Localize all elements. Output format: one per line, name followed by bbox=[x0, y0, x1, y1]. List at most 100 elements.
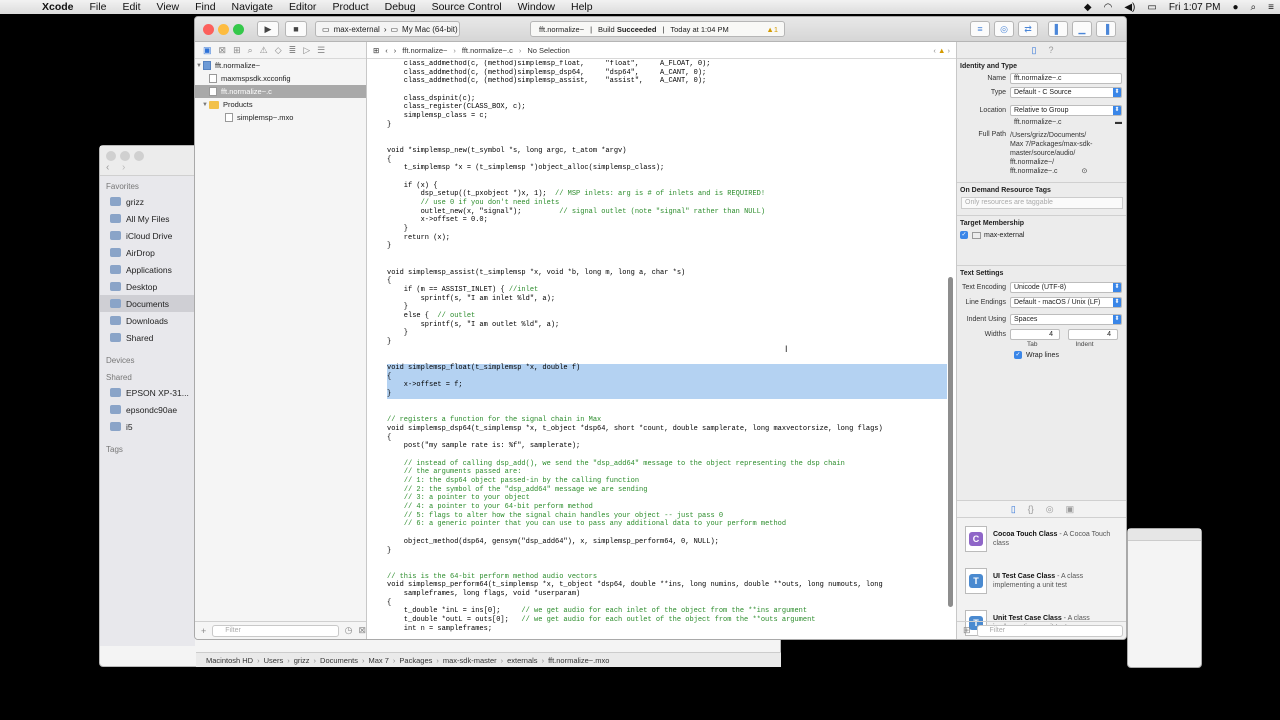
indent-select[interactable]: Spaces bbox=[1010, 314, 1122, 325]
code-line[interactable]: } bbox=[387, 303, 947, 312]
code-line[interactable] bbox=[387, 555, 947, 564]
object-library-icon[interactable]: ◎ bbox=[1046, 504, 1054, 515]
menu-navigate[interactable]: Navigate bbox=[224, 1, 281, 13]
file-template-icon[interactable]: ▯ bbox=[1011, 504, 1016, 515]
sidebar-item-all-my-files[interactable]: All My Files bbox=[100, 210, 195, 227]
code-line[interactable]: if (x) { bbox=[387, 182, 947, 191]
code-line[interactable]: } bbox=[387, 225, 947, 234]
code-line[interactable]: { bbox=[387, 277, 947, 286]
navigator-toggle-icon[interactable]: ▌ bbox=[1048, 21, 1068, 37]
code-line[interactable] bbox=[387, 564, 947, 573]
code-line[interactable]: // 3: a pointer to your object bbox=[387, 494, 947, 503]
code-line[interactable]: object_method(dsp64, gensym("dsp_add64")… bbox=[387, 538, 947, 547]
path-item[interactable]: Documents bbox=[320, 656, 358, 665]
code-line[interactable]: int n = sampleframes; bbox=[387, 625, 947, 634]
editor-scrollbar[interactable] bbox=[948, 277, 953, 607]
zoom-button[interactable] bbox=[233, 24, 244, 35]
report-icon[interactable]: ☰ bbox=[317, 45, 325, 56]
navigator-filter-input[interactable]: Filter bbox=[212, 624, 339, 637]
standard-editor-icon[interactable]: ≡ bbox=[970, 21, 990, 37]
add-icon[interactable]: + bbox=[201, 626, 206, 636]
source-control-icon[interactable]: ⊠ bbox=[219, 45, 227, 56]
spotlight-icon[interactable]: ⌕ bbox=[1245, 2, 1263, 13]
sidebar-item-epsondc90ae[interactable]: epsondc90ae bbox=[100, 401, 195, 418]
path-item[interactable]: grizz bbox=[294, 656, 310, 665]
sidebar-item-grizz[interactable]: grizz bbox=[100, 193, 195, 210]
reveal-in-finder-icon[interactable]: ⊙ bbox=[1082, 167, 1088, 176]
path-item[interactable]: Packages bbox=[399, 656, 432, 665]
code-line[interactable]: t_simplemsp *x = (t_simplemsp *)object_a… bbox=[387, 164, 947, 173]
code-line[interactable] bbox=[387, 408, 947, 417]
version-editor-icon[interactable]: ⇄ bbox=[1018, 21, 1038, 37]
code-line[interactable]: } bbox=[387, 121, 947, 130]
line-endings-select[interactable]: Default - macOS / Unix (LF) bbox=[1010, 297, 1122, 308]
code-line[interactable]: } bbox=[387, 329, 947, 338]
reveal-folder-icon[interactable]: ▬ bbox=[1115, 118, 1122, 127]
sidebar-item-epson-printer[interactable]: EPSON XP-31... bbox=[100, 384, 195, 401]
user-icon[interactable]: ● bbox=[1227, 2, 1245, 13]
code-line[interactable]: // instead of calling dsp_add(), we send… bbox=[387, 460, 947, 469]
code-line[interactable]: if (m == ASSIST_INLET) { //inlet bbox=[387, 286, 947, 295]
finder-zoom-button[interactable] bbox=[134, 151, 144, 161]
location-select[interactable]: Relative to Group bbox=[1010, 105, 1122, 116]
code-line[interactable]: { bbox=[387, 599, 947, 608]
minimize-button[interactable] bbox=[218, 24, 229, 35]
code-line[interactable]: dsp_setup((t_pxobject *)x, 1); // MSP in… bbox=[387, 190, 947, 199]
library-item-ui-test-case-class[interactable]: T UI Test Case Class - A class implement… bbox=[957, 560, 1126, 602]
menu-debug[interactable]: Debug bbox=[377, 1, 424, 13]
path-item[interactable]: Users bbox=[264, 656, 284, 665]
jump-crumb-file[interactable]: fft.normalize~.c bbox=[462, 46, 513, 55]
code-line[interactable] bbox=[387, 399, 947, 408]
code-line[interactable] bbox=[387, 251, 947, 260]
code-line[interactable]: { bbox=[387, 372, 947, 382]
name-field[interactable]: fft.normalize~.c bbox=[1010, 73, 1122, 84]
forward-icon[interactable]: › bbox=[394, 46, 397, 55]
sidebar-item-desktop[interactable]: Desktop bbox=[100, 278, 195, 295]
clock[interactable]: Fri 1:07 PM bbox=[1163, 2, 1227, 13]
close-button[interactable] bbox=[203, 24, 214, 35]
code-line[interactable]: x->offset = 0.0; bbox=[387, 216, 947, 225]
code-line[interactable]: class_addmethod(c, (method)simplemsp_dsp… bbox=[387, 69, 947, 78]
debug-area-toggle-icon[interactable]: ▁ bbox=[1072, 21, 1092, 37]
assistant-editor-icon[interactable]: ◎ bbox=[994, 21, 1014, 37]
code-line[interactable]: void *simplemsp_new(t_symbol *s, long ar… bbox=[387, 147, 947, 156]
menu-file[interactable]: File bbox=[82, 1, 115, 13]
code-line[interactable]: sampleframes, long flags, void *userpara… bbox=[387, 590, 947, 599]
library-filter-input[interactable]: Filter bbox=[976, 624, 1123, 637]
code-line[interactable]: // 5: flags to alter how the signal chai… bbox=[387, 512, 947, 521]
code-line[interactable] bbox=[387, 173, 947, 182]
code-line[interactable] bbox=[387, 130, 947, 139]
code-line[interactable]: // 4: a pointer to your 64-bit perform m… bbox=[387, 503, 947, 512]
finder-minimize-button[interactable] bbox=[120, 151, 130, 161]
sidebar-item-airdrop[interactable]: AirDrop bbox=[100, 244, 195, 261]
dropbox-icon[interactable]: ◆ bbox=[1078, 2, 1098, 13]
scheme-selector[interactable]: ▭ max-external › ▭ My Mac (64-bit) bbox=[315, 21, 460, 37]
code-line[interactable]: } bbox=[387, 338, 947, 347]
debug-icon[interactable]: ≣ bbox=[289, 45, 297, 56]
scm-filter-icon[interactable]: ⊠ bbox=[358, 625, 366, 636]
test-icon[interactable]: ◇ bbox=[275, 45, 282, 56]
code-line[interactable]: t_double *outL = outs[0]; // we get audi… bbox=[387, 616, 947, 625]
disclosure-icon[interactable]: ▼ bbox=[201, 102, 209, 108]
battery-icon[interactable]: ▭ bbox=[1141, 2, 1162, 13]
checkbox-checked-icon[interactable]: ✓ bbox=[1014, 351, 1022, 359]
sidebar-item-downloads[interactable]: Downloads bbox=[100, 312, 195, 329]
stop-button[interactable]: ■ bbox=[285, 21, 307, 37]
code-line[interactable]: // the arguments passed are: bbox=[387, 468, 947, 477]
jump-crumb-symbol[interactable]: No Selection bbox=[527, 46, 570, 55]
sidebar-item-shared[interactable]: Shared bbox=[100, 329, 195, 346]
code-line[interactable]: class_addmethod(c, (method)simplemsp_ass… bbox=[387, 77, 947, 86]
code-line[interactable]: outlet_new(x, "signal"); // signal outle… bbox=[387, 208, 947, 217]
menu-view[interactable]: View bbox=[149, 1, 188, 13]
indent-width-field[interactable]: 4 bbox=[1068, 329, 1118, 340]
code-area[interactable]: class_addmethod(c, (method)simplemsp_flo… bbox=[367, 60, 947, 639]
file-row-selected[interactable]: fft.normalize~.c bbox=[195, 85, 366, 98]
code-line[interactable] bbox=[387, 355, 947, 364]
breakpoint-icon[interactable]: ▷ bbox=[303, 45, 310, 56]
wrap-lines-checkbox[interactable]: ✓ Wrap lines bbox=[1014, 351, 1126, 359]
path-item[interactable]: fft.normalize~.mxo bbox=[548, 656, 609, 665]
recent-files-icon[interactable]: ◷ bbox=[345, 625, 353, 636]
folder-icon[interactable]: ▣ bbox=[203, 45, 212, 56]
finder-back-icon[interactable]: ‹ bbox=[106, 162, 109, 173]
jump-crumb-project[interactable]: fft.normalize~ bbox=[402, 46, 447, 55]
